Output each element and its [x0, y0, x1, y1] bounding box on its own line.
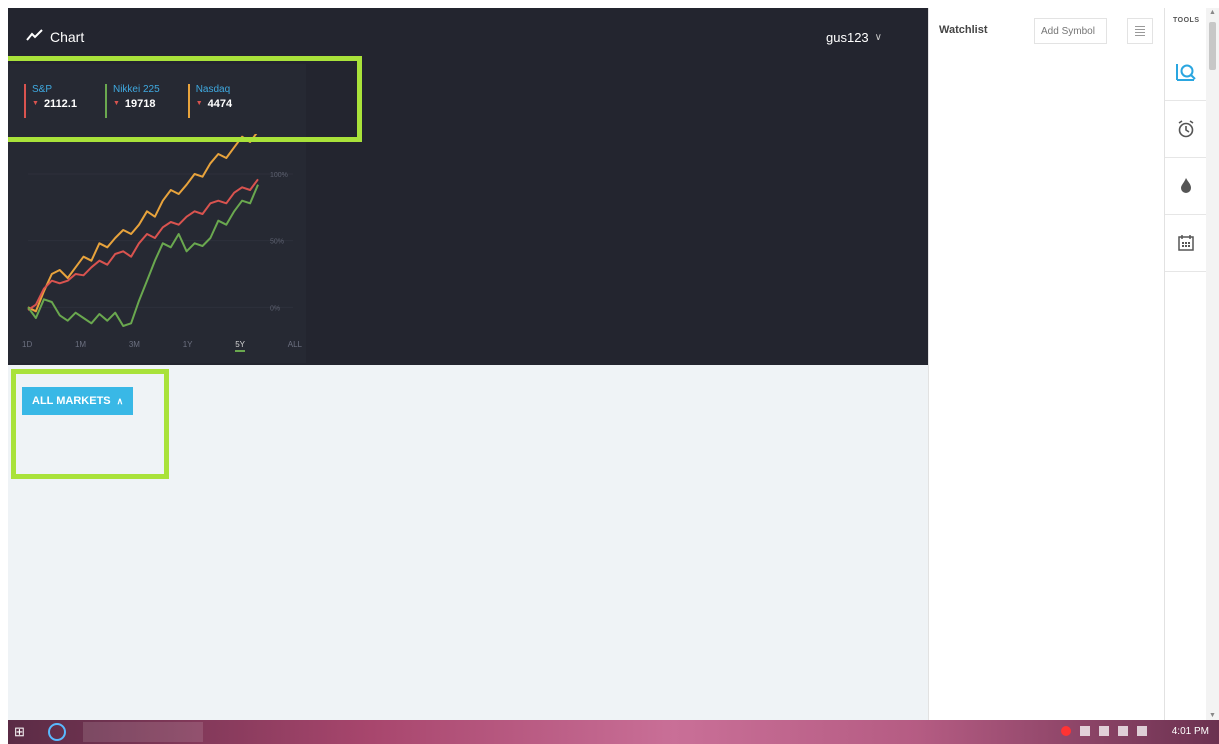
search-chart-icon — [1176, 64, 1196, 81]
username: gus123 — [826, 30, 869, 45]
scroll-down-icon[interactable]: ▼ — [1209, 712, 1216, 719]
app-window: Chart gus123 ∨ S&P ▼ 2112.1 Nikkei 225 ▼ 1… — [8, 8, 1219, 720]
antivirus-icon[interactable] — [1061, 726, 1071, 736]
brand-label: Chart — [50, 28, 85, 45]
tray-up-icon[interactable] — [1042, 726, 1052, 736]
system-tray — [1042, 726, 1147, 736]
alerts-tool[interactable] — [1165, 101, 1207, 158]
scrollbar-thumb[interactable] — [1209, 22, 1216, 70]
chevron-down-icon: ∨ — [874, 32, 882, 43]
range-1d[interactable]: 1D — [22, 340, 32, 352]
add-symbol-input[interactable] — [1034, 18, 1107, 44]
search-chart-tool[interactable] — [1165, 44, 1207, 101]
dark-header-area: Chart gus123 ∨ S&P ▼ 2112.1 Nikkei 225 ▼ 1… — [8, 8, 928, 365]
calendar-icon — [1178, 235, 1194, 251]
highlight-box-markets — [11, 369, 169, 479]
y-tick-label: 50% — [270, 239, 284, 246]
tools-rail: TOOLS — [1164, 8, 1207, 720]
range-5y[interactable]: 5Y — [235, 340, 246, 352]
alarm-clock-icon — [1178, 120, 1194, 138]
markets-area: ALL MARKETS ∧ — [8, 365, 928, 720]
tools-label: TOOLS — [1173, 17, 1200, 24]
speaker-icon[interactable] — [1118, 726, 1128, 736]
chart-brand[interactable]: Chart — [26, 28, 84, 45]
internet-explorer-icon[interactable] — [48, 723, 66, 741]
top-bar: Chart gus123 ∨ — [8, 8, 928, 60]
range-1y[interactable]: 1Y — [183, 340, 193, 352]
user-menu[interactable]: gus123 ∨ — [826, 30, 882, 45]
y-tick-label: 0% — [270, 305, 280, 312]
watchlist-title: Watchlist — [939, 24, 988, 36]
calendar-tool[interactable] — [1165, 215, 1207, 272]
taskbar-active-window[interactable] — [83, 722, 203, 742]
series-line-2 — [27, 184, 259, 327]
hot-tool[interactable] — [1165, 158, 1207, 215]
list-menu-icon[interactable] — [1127, 18, 1153, 44]
y-tick-label: 100% — [270, 172, 288, 179]
range-selector: 1D 1M 3M 1Y 5Y ALL — [22, 340, 302, 352]
flame-icon — [1181, 178, 1191, 193]
scrollbar[interactable]: ▲ ▼ — [1206, 8, 1219, 720]
flag-icon[interactable] — [1080, 726, 1090, 736]
range-1m[interactable]: 1M — [75, 340, 86, 352]
windows-start-icon[interactable]: ⊞ — [14, 725, 28, 739]
scroll-up-icon[interactable]: ▲ — [1209, 9, 1216, 16]
range-all[interactable]: ALL — [288, 340, 302, 352]
highlight-box-tickers — [8, 56, 362, 142]
windows-taskbar: ⊞ 4:01 PM — [8, 720, 1219, 744]
network-icon[interactable] — [1099, 726, 1109, 736]
watchlist-panel: Watchlist — [928, 8, 1165, 720]
chart-line-icon — [26, 28, 44, 45]
clock: 4:01 PM — [1171, 726, 1209, 737]
range-3m[interactable]: 3M — [129, 340, 140, 352]
battery-icon[interactable] — [1137, 726, 1147, 736]
performance-chart: 100% 50% 0% — [27, 134, 293, 327]
